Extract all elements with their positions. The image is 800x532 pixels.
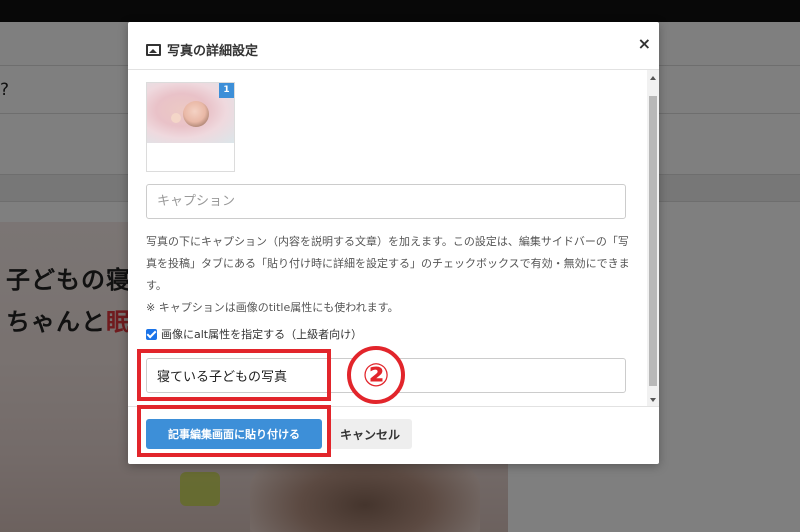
caption-help-note: ※ キャプションは画像のtitle属性にも使われます。: [146, 301, 399, 314]
alt-attribute-checkbox[interactable]: [146, 328, 157, 340]
scroll-up-arrow-icon[interactable]: [650, 76, 656, 80]
alt-attribute-checkbox-row[interactable]: 画像にalt属性を指定する（上級者向け）: [146, 326, 362, 342]
cancel-button[interactable]: キャンセル: [328, 419, 412, 449]
image-icon: [146, 43, 161, 56]
alt-input-highlight: [137, 349, 331, 401]
caption-help-text: 写真の下にキャプション（内容を説明する文章）を加えます。この設定は、編集サイドバ…: [146, 235, 630, 292]
alt-attribute-checkbox-label: 画像にalt属性を指定する（上級者向け）: [161, 328, 363, 341]
baby-face: [183, 101, 209, 127]
baby-hand: [171, 113, 181, 123]
photo-thumbnail[interactable]: 1: [146, 82, 235, 172]
dialog-title-text: 写真の詳細設定: [167, 44, 259, 59]
dialog-header: 写真の詳細設定 ×: [128, 22, 659, 70]
scroll-down-arrow-icon[interactable]: [650, 398, 656, 402]
close-button[interactable]: ×: [638, 34, 651, 53]
caption-input[interactable]: [146, 184, 626, 219]
dialog-scrollbar[interactable]: [647, 70, 659, 406]
step-number-badge: ②: [347, 346, 405, 404]
scroll-thumb[interactable]: [649, 96, 657, 386]
paste-button-highlight: [137, 405, 331, 457]
thumbnail-number-badge: 1: [219, 83, 234, 98]
dialog-title: 写真の詳細設定: [146, 40, 258, 59]
